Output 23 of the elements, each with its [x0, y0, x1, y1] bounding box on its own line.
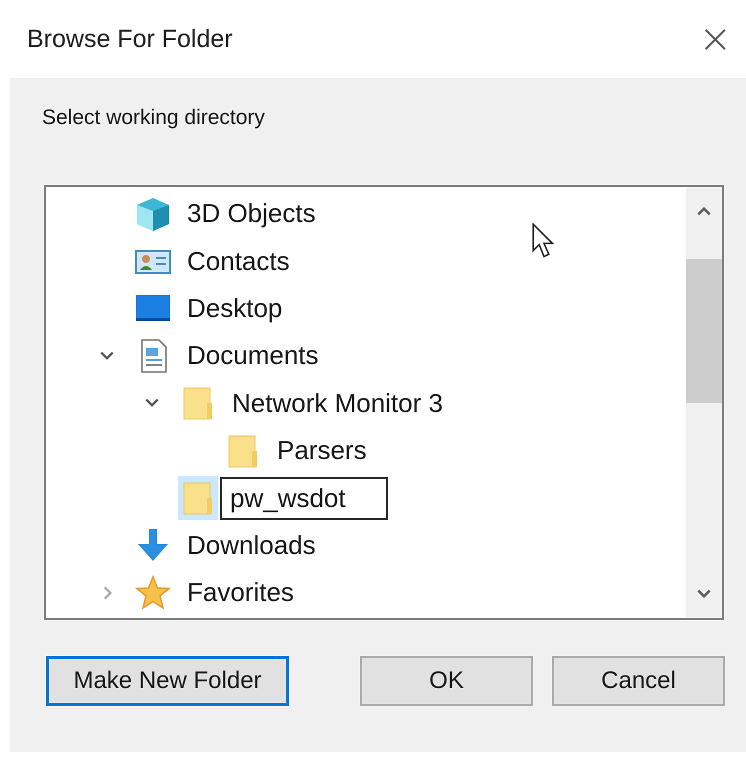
- close-button[interactable]: ×: [690, 19, 740, 59]
- tree-item[interactable]: Documents: [181, 336, 324, 376]
- tree-item[interactable]: Favorites: [181, 573, 300, 612]
- tree-item[interactable]: Parsers: [271, 431, 373, 470]
- mouse-pointer-icon: [532, 223, 556, 259]
- tree-item[interactable]: Contacts: [181, 242, 296, 281]
- tree-item[interactable]: 3D Objects: [181, 194, 322, 234]
- tree-item[interactable]: Downloads: [181, 526, 322, 565]
- star-icon: [135, 574, 171, 611]
- scrollbar[interactable]: [686, 187, 722, 618]
- dialog-button[interactable]: Cancel: [552, 656, 725, 706]
- scroll-thumb[interactable]: [686, 259, 722, 403]
- rename-field[interactable]: pw_wsdot: [220, 476, 388, 520]
- scroll-down-icon[interactable]: [696, 588, 712, 600]
- dialog-button[interactable]: OK: [360, 656, 533, 706]
- cube-icon: [135, 196, 171, 232]
- prompt-text: Select working directory: [41, 105, 266, 131]
- dialog-button[interactable]: Make New Folder: [46, 656, 289, 706]
- tree-item[interactable]: Desktop: [181, 288, 288, 328]
- scroll-up-icon[interactable]: [696, 205, 712, 217]
- window-title: Browse For Folder: [27, 24, 233, 54]
- tree-item[interactable]: Network Monitor 3: [226, 384, 449, 423]
- down-arrow-icon: [135, 527, 171, 564]
